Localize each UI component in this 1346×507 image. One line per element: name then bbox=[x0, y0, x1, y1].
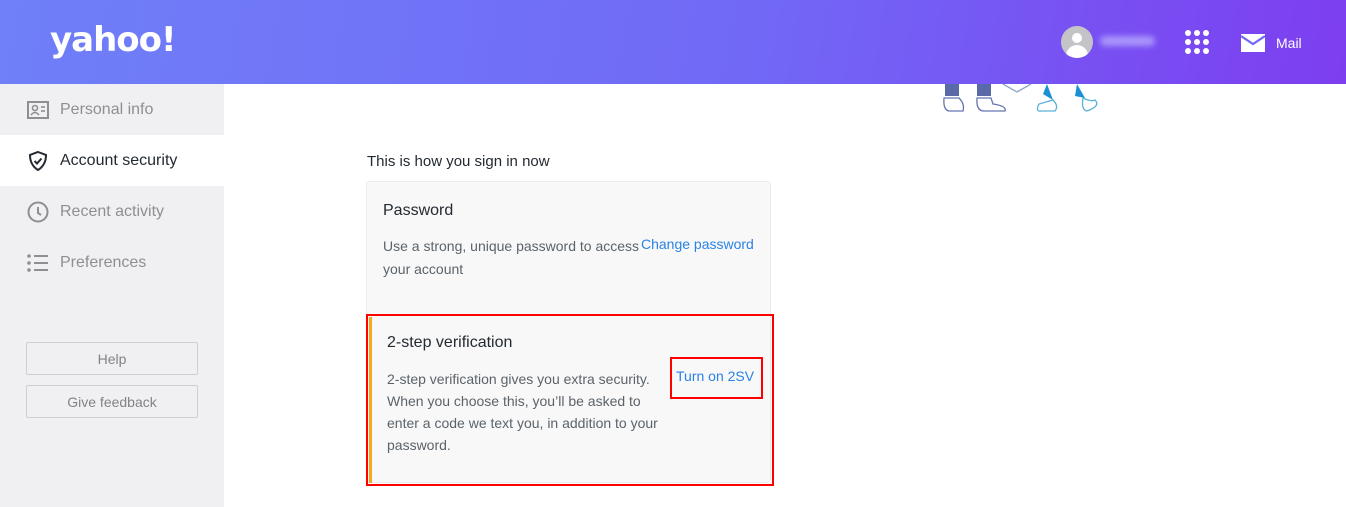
top-header: yahoo! Mail bbox=[0, 0, 1346, 84]
two-step-title: 2-step verification bbox=[387, 334, 513, 351]
sidebar-item-account-security[interactable]: Account security bbox=[0, 135, 224, 186]
sidebar-item-label: Recent activity bbox=[60, 202, 165, 220]
sidebar-item-personal-info[interactable]: Personal info bbox=[0, 84, 224, 135]
give-feedback-button[interactable]: Give feedback bbox=[26, 385, 198, 418]
sidebar: Personal info Account security Recent ac… bbox=[0, 84, 224, 507]
user-avatar-icon[interactable] bbox=[1061, 26, 1093, 58]
mail-envelope-icon[interactable] bbox=[1241, 34, 1265, 52]
shield-check-icon bbox=[26, 149, 50, 173]
two-step-accent-bar bbox=[369, 317, 372, 483]
sidebar-item-preferences[interactable]: Preferences bbox=[0, 237, 224, 288]
section-title: This is how you sign in now bbox=[367, 153, 550, 170]
sidebar-item-label: Account security bbox=[60, 151, 178, 169]
mail-link[interactable]: Mail bbox=[1276, 35, 1302, 51]
username-blurred[interactable] bbox=[1100, 36, 1155, 46]
yahoo-logo[interactable]: yahoo! bbox=[50, 20, 177, 60]
help-button[interactable]: Help bbox=[26, 342, 198, 375]
sidebar-item-label: Personal info bbox=[60, 100, 154, 118]
apps-grid-icon[interactable] bbox=[1185, 30, 1209, 54]
people-illustration bbox=[943, 84, 1098, 112]
password-title: Password bbox=[383, 202, 454, 219]
change-password-link[interactable]: Change password bbox=[641, 236, 754, 252]
two-step-description: 2-step verification gives you extra secu… bbox=[387, 371, 658, 453]
password-description: Use a strong, unique password to access … bbox=[383, 238, 640, 277]
id-card-icon bbox=[26, 98, 50, 122]
list-icon bbox=[26, 251, 50, 275]
turn-on-2sv-link[interactable]: Turn on 2SV bbox=[676, 368, 754, 384]
sidebar-item-label: Preferences bbox=[60, 253, 147, 271]
sidebar-item-recent-activity[interactable]: Recent activity bbox=[0, 186, 224, 237]
clock-icon bbox=[26, 200, 50, 224]
